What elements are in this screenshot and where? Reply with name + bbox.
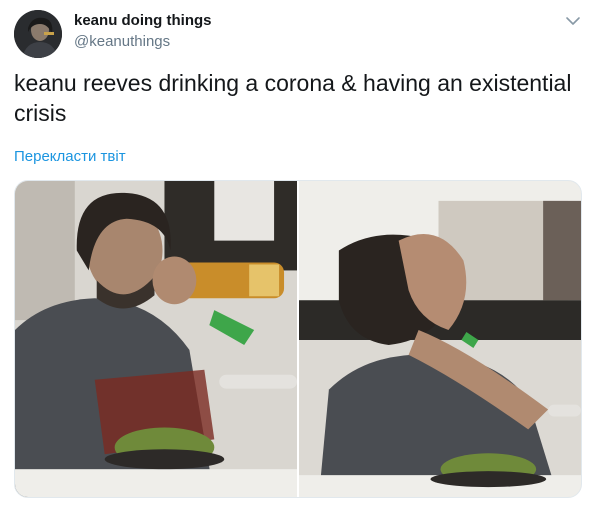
tweet-card: keanu doing things @keanuthings keanu re… [0, 0, 592, 516]
chevron-down-icon[interactable] [564, 12, 582, 30]
photo-face-in-hands[interactable] [299, 181, 581, 497]
tweet-text: keanu reeves drinking a corona & having … [14, 70, 572, 126]
media-grid [14, 180, 582, 498]
author-handle[interactable]: @keanuthings [74, 33, 170, 50]
avatar-image [14, 10, 62, 58]
avatar[interactable] [14, 10, 62, 58]
translate-tweet-link[interactable]: Перекласти твіт [14, 148, 126, 165]
photo-drinking-bottle[interactable] [15, 181, 297, 497]
author-display-name[interactable]: keanu doing things [74, 12, 212, 29]
